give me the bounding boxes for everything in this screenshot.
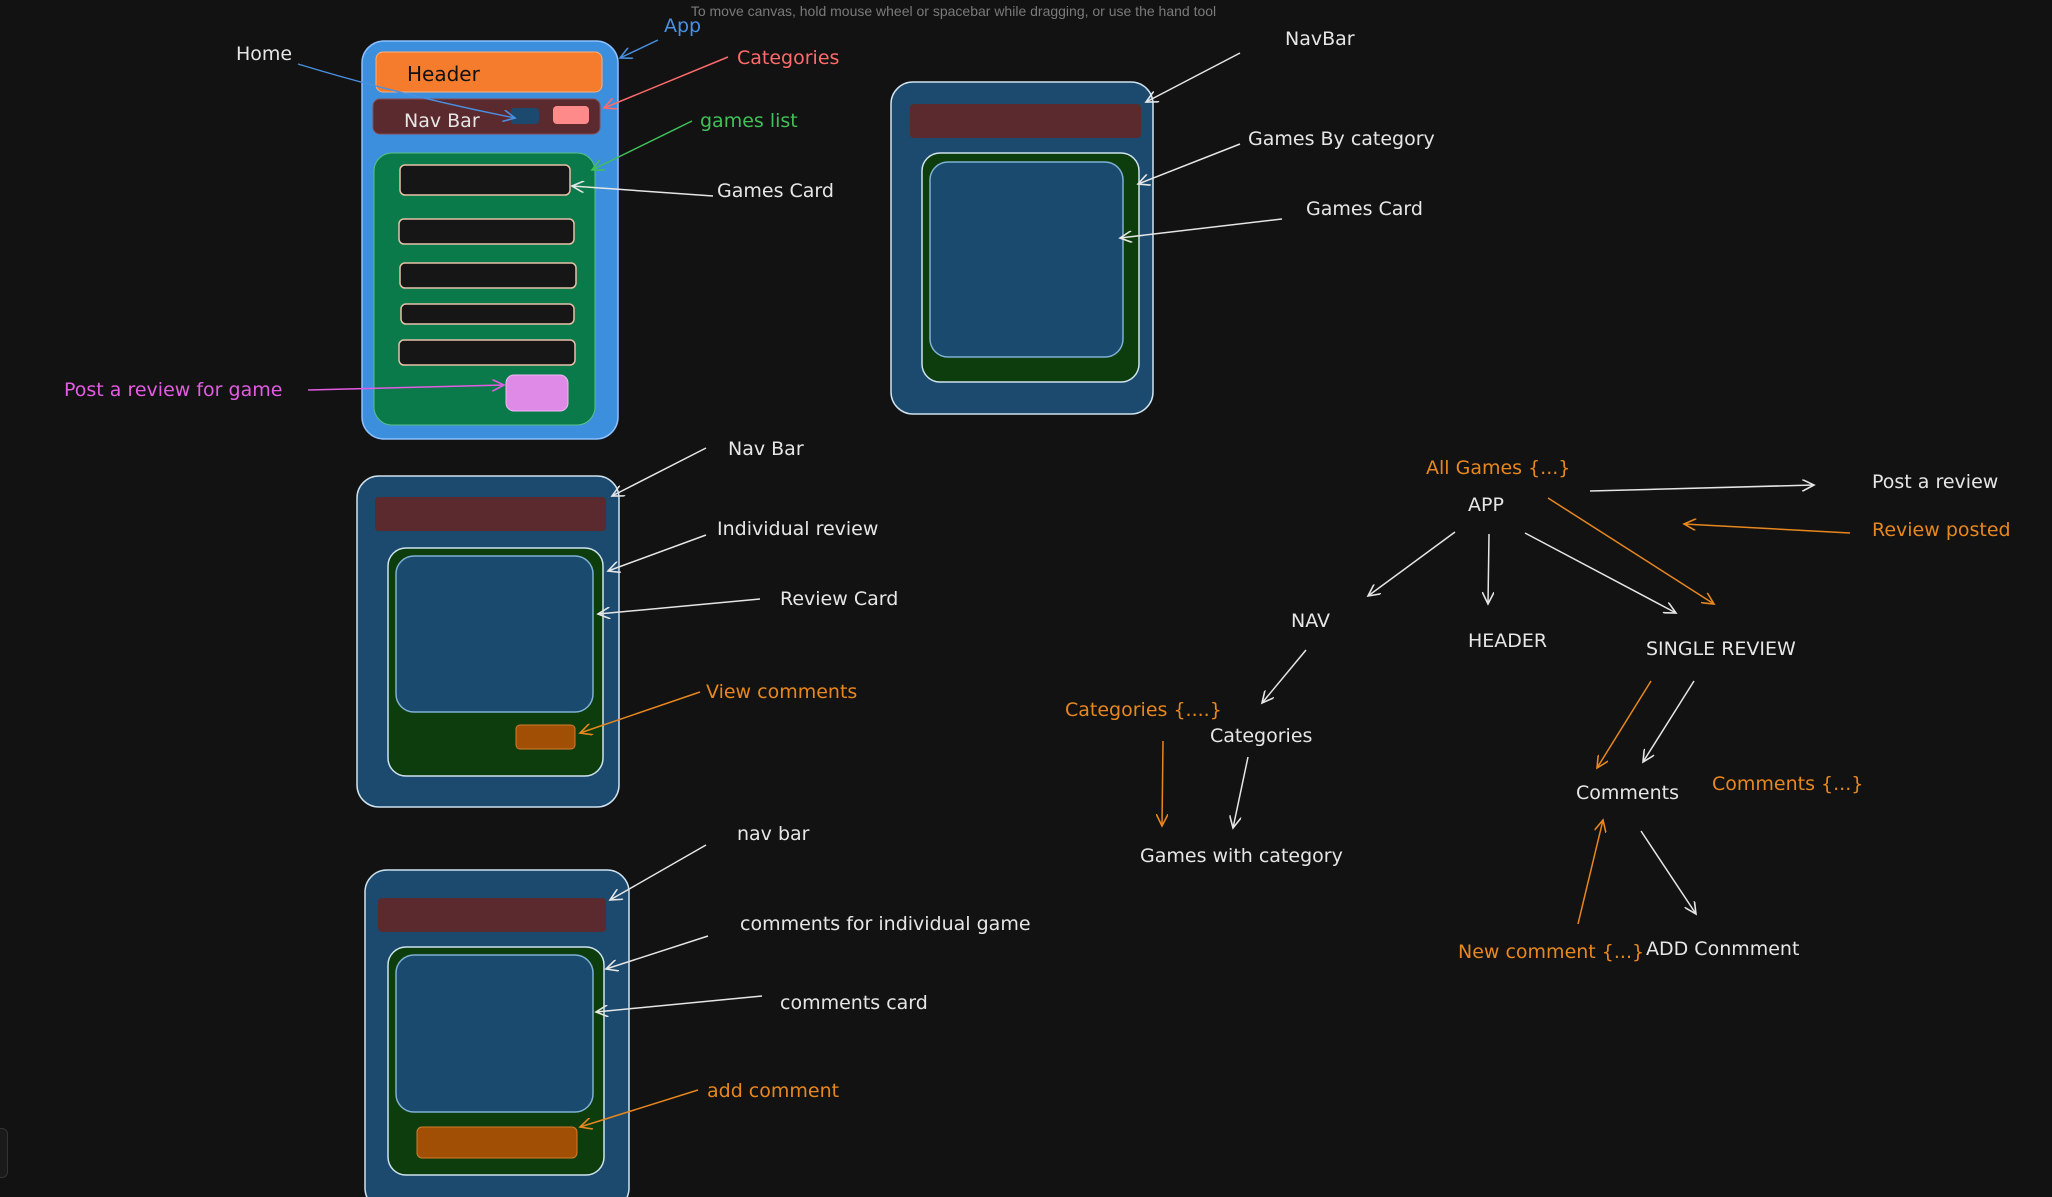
category-nav-bar: [910, 104, 1141, 138]
arrow-app-header: [1488, 533, 1489, 604]
tree-app: APP: [1468, 494, 1504, 516]
label-post-review: Post a review for game: [64, 379, 282, 401]
tree-post-a-review: Post a review: [1872, 471, 1998, 493]
arrow-app-nav: [1368, 531, 1456, 596]
label-view-comments: View comments: [706, 681, 857, 703]
tree-categories-state: Categories {....}: [1065, 699, 1222, 721]
nav-bar-label: Nav Bar: [404, 110, 480, 132]
arrow-individual-review: [608, 534, 707, 571]
label-app: App: [664, 15, 701, 37]
arrow-categories-games: [1233, 756, 1249, 828]
tree-comments: Comments: [1576, 782, 1679, 804]
tree-single-review: SINGLE REVIEW: [1646, 638, 1796, 660]
arrow-comments-nav-bar: [610, 844, 707, 900]
arrow-single-review-comments: [1643, 680, 1695, 762]
label-review-nav-bar: Nav Bar: [728, 438, 804, 460]
label-individual-review: Individual review: [717, 518, 878, 540]
tree-all-games: All Games {...}: [1426, 457, 1570, 479]
game-card: [399, 262, 577, 289]
label-comments-for-game: comments for individual game: [740, 913, 1031, 935]
tree-review-posted: Review posted: [1872, 519, 2011, 541]
add-comment-button: [416, 1126, 578, 1159]
review-wireframe[interactable]: [356, 475, 620, 808]
label-games-list: games list: [700, 110, 798, 132]
comments-nav-bar: [378, 898, 606, 932]
arrow-app: [620, 39, 659, 58]
game-card: [398, 218, 575, 245]
game-card: [398, 339, 576, 366]
arrow-navbar: [1146, 52, 1241, 102]
nav-home-button: [511, 108, 539, 124]
label-navbar: NavBar: [1285, 28, 1355, 50]
label-category-games-card: Games Card: [1306, 198, 1423, 220]
category-game-card: [929, 161, 1124, 358]
post-review-button: [505, 374, 569, 412]
arrow-categories-state: [1162, 740, 1163, 826]
arrow-review-posted: [1684, 524, 1851, 534]
comment-card: [395, 954, 594, 1113]
arrow-review-nav-bar: [612, 447, 707, 496]
tree-categories: Categories: [1210, 725, 1312, 747]
game-card: [400, 303, 575, 325]
arrow-review-card: [598, 598, 761, 614]
label-categories: Categories: [737, 47, 839, 69]
label-games-card: Games Card: [717, 180, 834, 202]
arrow-nav-categories: [1262, 649, 1307, 703]
label-home: Home: [236, 43, 292, 65]
tree-add-comment: ADD Conmment: [1646, 938, 1799, 960]
nav-categories-button: [553, 106, 589, 124]
arrow-comments-add-comment: [1640, 830, 1696, 914]
label-comments-nav-bar: nav bar: [737, 823, 810, 845]
comments-wireframe[interactable]: [364, 869, 630, 1197]
tree-nav: NAV: [1291, 610, 1330, 632]
header-label: Header: [407, 62, 481, 86]
review-nav-bar: [375, 497, 606, 531]
whiteboard-canvas[interactable]: Header Nav Bar App Home Categories games…: [0, 0, 2052, 1197]
arrow-app-post-review: [1589, 485, 1814, 492]
tree-new-comment: New comment {...}: [1458, 941, 1644, 963]
view-comments-button: [515, 724, 576, 750]
arrow-single-review-comments-state: [1597, 680, 1652, 768]
game-card: [399, 164, 571, 196]
label-games-by-category: Games By category: [1248, 128, 1435, 150]
arrow-categories: [604, 56, 729, 108]
side-handle[interactable]: [0, 1128, 8, 1178]
arrow-all-games-single-review: [1547, 497, 1714, 604]
tree-games-with-category: Games with category: [1140, 845, 1343, 867]
label-review-card: Review Card: [780, 588, 898, 610]
home-wireframe[interactable]: Header Nav Bar: [361, 40, 619, 440]
arrow-new-comment: [1577, 820, 1603, 925]
category-wireframe[interactable]: [890, 81, 1154, 415]
label-add-comment: add comment: [707, 1080, 839, 1102]
arrow-app-single-review: [1524, 532, 1676, 613]
tree-comments-state: Comments {...}: [1712, 773, 1863, 795]
component-tree: All Games {...} APP Post a review Review…: [1065, 457, 2011, 963]
tree-header: HEADER: [1468, 630, 1547, 652]
label-comments-card: comments card: [780, 992, 928, 1014]
review-card: [395, 555, 594, 713]
